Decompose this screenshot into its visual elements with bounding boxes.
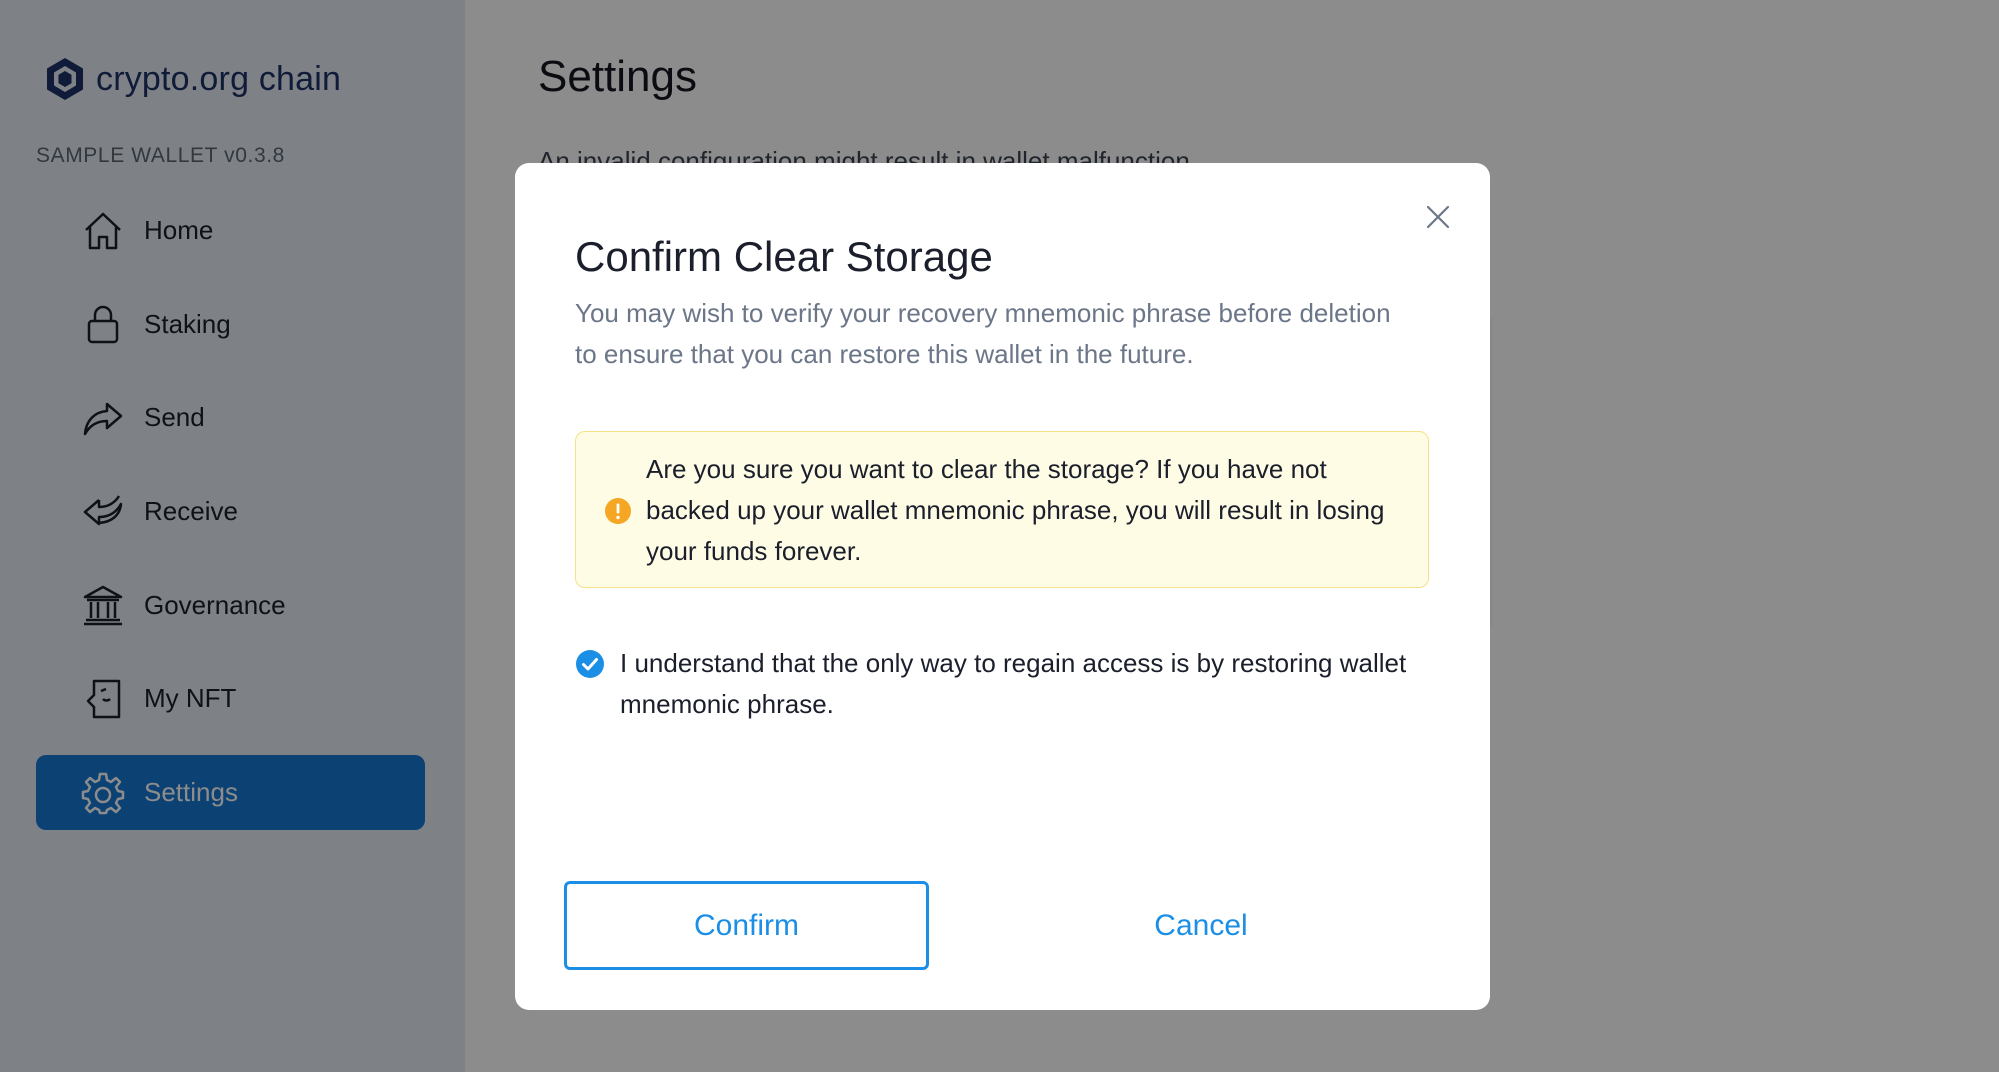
exclamation-circle-icon <box>605 498 631 524</box>
modal-description: You may wish to verify your recovery mne… <box>575 298 1391 369</box>
cancel-button[interactable]: Cancel <box>1101 881 1301 970</box>
close-button[interactable] <box>1422 201 1454 233</box>
warning-alert: Are you sure you want to clear the stora… <box>575 431 1429 588</box>
confirm-button[interactable]: Confirm <box>564 881 929 970</box>
close-icon <box>1426 205 1450 229</box>
modal-title: Confirm Clear Storage <box>575 233 993 280</box>
warning-text: Are you sure you want to clear the stora… <box>646 454 1385 566</box>
acknowledge-row: I understand that the only way to regain… <box>575 643 1435 733</box>
acknowledge-checkbox[interactable] <box>575 649 605 679</box>
confirm-clear-storage-modal: Confirm Clear Storage You may wish to ve… <box>515 163 1490 1010</box>
acknowledge-label[interactable]: I understand that the only way to regain… <box>620 643 1420 725</box>
app-window: crypto.org chain SAMPLE WALLET v0.3.8 Ho… <box>0 0 1999 1072</box>
